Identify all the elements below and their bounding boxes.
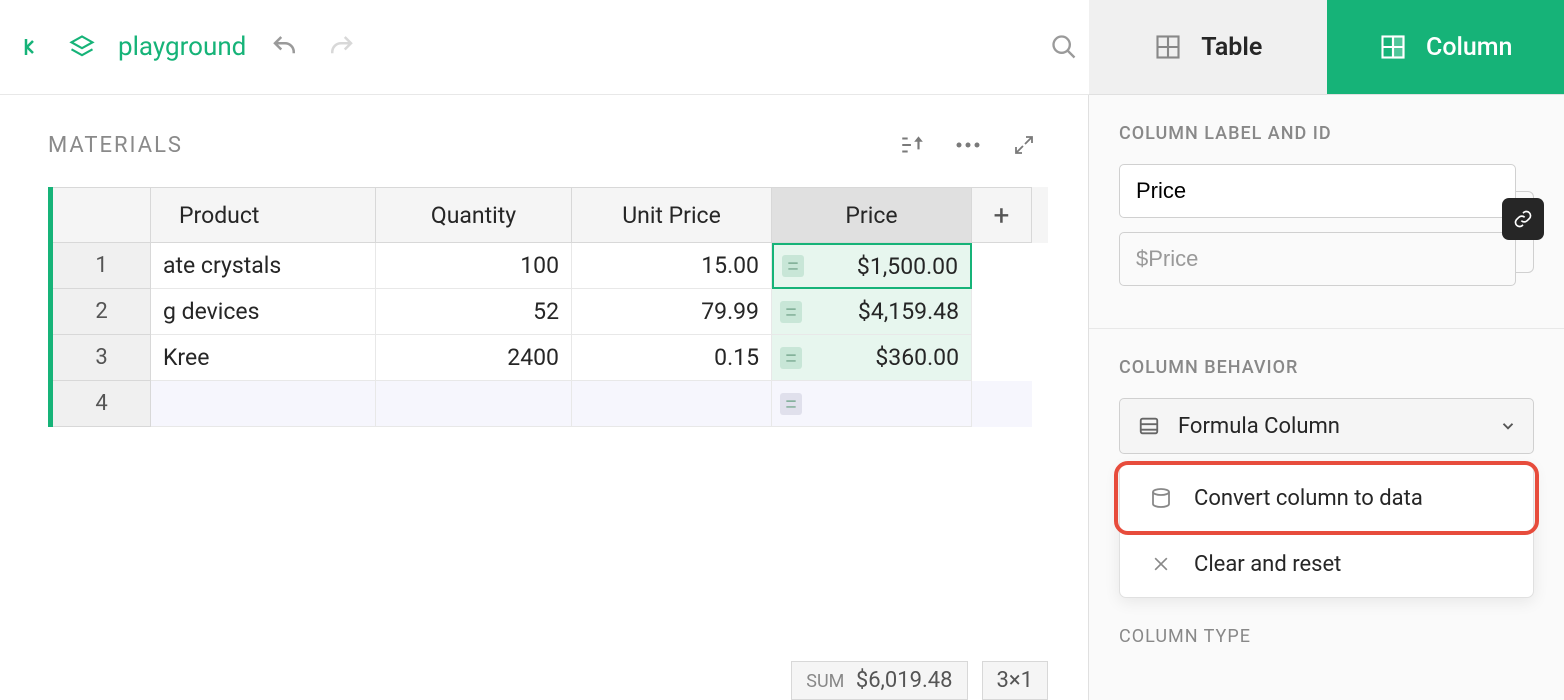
cell-product[interactable]	[151, 381, 376, 427]
table-row: 3 Kree 2400 0.15 $360.00	[53, 335, 1048, 381]
table-row: 2 g devices 52 79.99 $4,159.48	[53, 289, 1048, 335]
content-area: MATERIALS Product Quantity Unit Price Pr	[0, 95, 1088, 700]
pages-icon[interactable]	[68, 33, 96, 61]
column-label-input[interactable]	[1119, 164, 1516, 218]
cell-product[interactable]: Kree	[151, 335, 376, 381]
redo-button[interactable]	[324, 30, 358, 64]
data-grid: Product Quantity Unit Price Price + 1 at…	[48, 187, 1048, 427]
column-header-quantity[interactable]: Quantity	[376, 187, 572, 243]
behavior-select-label: Formula Column	[1178, 414, 1340, 439]
formula-icon	[780, 301, 802, 323]
tab-table[interactable]: Table	[1089, 0, 1327, 94]
section-column-label: COLUMN LABEL AND ID	[1089, 95, 1564, 300]
sum-box: SUM $6,019.48	[791, 661, 967, 700]
search-button[interactable]	[1047, 30, 1081, 64]
column-icon	[1378, 32, 1408, 62]
tab-column[interactable]: Column	[1327, 0, 1564, 94]
formula-column-icon	[1136, 413, 1162, 439]
cell-quantity[interactable]	[376, 381, 572, 427]
widget-menu-button[interactable]	[954, 131, 982, 159]
section-column-behavior: COLUMN BEHAVIOR Formula Column Convert c…	[1089, 329, 1564, 598]
table-row: 4	[53, 381, 1048, 427]
close-icon	[1148, 551, 1174, 577]
row-number[interactable]: 4	[53, 381, 151, 427]
section-heading: COLUMN TYPE	[1089, 626, 1564, 647]
formula-icon	[782, 255, 804, 277]
chevron-down-icon	[1499, 417, 1517, 435]
menu-item-label: Convert column to data	[1194, 486, 1423, 511]
column-header-price[interactable]: Price	[772, 187, 972, 243]
database-icon	[1148, 485, 1174, 511]
cell-unit-price[interactable]: 79.99	[572, 289, 772, 335]
document-name[interactable]: playground	[118, 32, 246, 62]
grid-footer: SUM $6,019.48 3×1	[791, 661, 1048, 700]
tab-table-label: Table	[1201, 33, 1262, 62]
widget-title: MATERIALS	[48, 133, 183, 158]
cell-product[interactable]: g devices	[151, 289, 376, 335]
table-row: 1 ate crystals 100 15.00 $1,500.00	[53, 243, 1048, 289]
cell-unit-price[interactable]: 15.00	[572, 243, 772, 289]
column-id-input[interactable]	[1119, 232, 1516, 286]
behavior-menu: Convert column to data Clear and reset	[1119, 464, 1534, 598]
row-number[interactable]: 3	[53, 335, 151, 381]
row-number[interactable]: 2	[53, 289, 151, 335]
link-toggle-button[interactable]	[1502, 198, 1544, 240]
cell-product[interactable]: ate crystals	[151, 243, 376, 289]
panel-tabs: Table Column	[1089, 0, 1564, 95]
rownum-header	[53, 187, 151, 243]
undo-button[interactable]	[268, 30, 302, 64]
tab-column-label: Column	[1426, 33, 1512, 62]
cell-price-value: $1,500.00	[857, 253, 958, 280]
section-heading: COLUMN BEHAVIOR	[1119, 357, 1534, 378]
row-number[interactable]: 1	[53, 243, 151, 289]
sum-label: SUM	[806, 671, 844, 692]
cell-price[interactable]: $4,159.48	[772, 289, 972, 335]
cell-price[interactable]	[772, 381, 972, 427]
cell-quantity[interactable]: 52	[376, 289, 572, 335]
cell-quantity[interactable]: 100	[376, 243, 572, 289]
cell-price[interactable]: $1,500.00	[772, 243, 972, 289]
cell-unit-price[interactable]: 0.15	[572, 335, 772, 381]
grid-header-row: Product Quantity Unit Price Price +	[53, 187, 1048, 243]
cell-quantity[interactable]: 2400	[376, 335, 572, 381]
cell-price-value: $4,159.48	[858, 298, 959, 325]
column-header-unit-price[interactable]: Unit Price	[572, 187, 772, 243]
sort-filter-button[interactable]	[898, 131, 926, 159]
collapse-left-icon[interactable]	[18, 33, 46, 61]
formula-icon	[780, 347, 802, 369]
selection-box: 3×1	[982, 661, 1048, 700]
add-column-button[interactable]: +	[972, 187, 1032, 243]
menu-item-label: Clear and reset	[1194, 552, 1341, 577]
menu-convert-to-data[interactable]: Convert column to data	[1120, 465, 1533, 531]
sum-value: $6,019.48	[856, 668, 953, 693]
cell-price-value: $360.00	[875, 344, 959, 371]
right-panel: Table Column COLUMN LABEL AND ID	[1088, 95, 1564, 700]
formula-icon	[780, 393, 802, 415]
menu-clear-reset[interactable]: Clear and reset	[1120, 531, 1533, 597]
table-icon	[1153, 32, 1183, 62]
column-header-product[interactable]: Product	[151, 187, 376, 243]
behavior-select[interactable]: Formula Column	[1119, 398, 1534, 454]
cell-unit-price[interactable]	[572, 381, 772, 427]
cell-price[interactable]: $360.00	[772, 335, 972, 381]
expand-widget-button[interactable]	[1010, 131, 1038, 159]
section-heading: COLUMN LABEL AND ID	[1119, 123, 1534, 144]
